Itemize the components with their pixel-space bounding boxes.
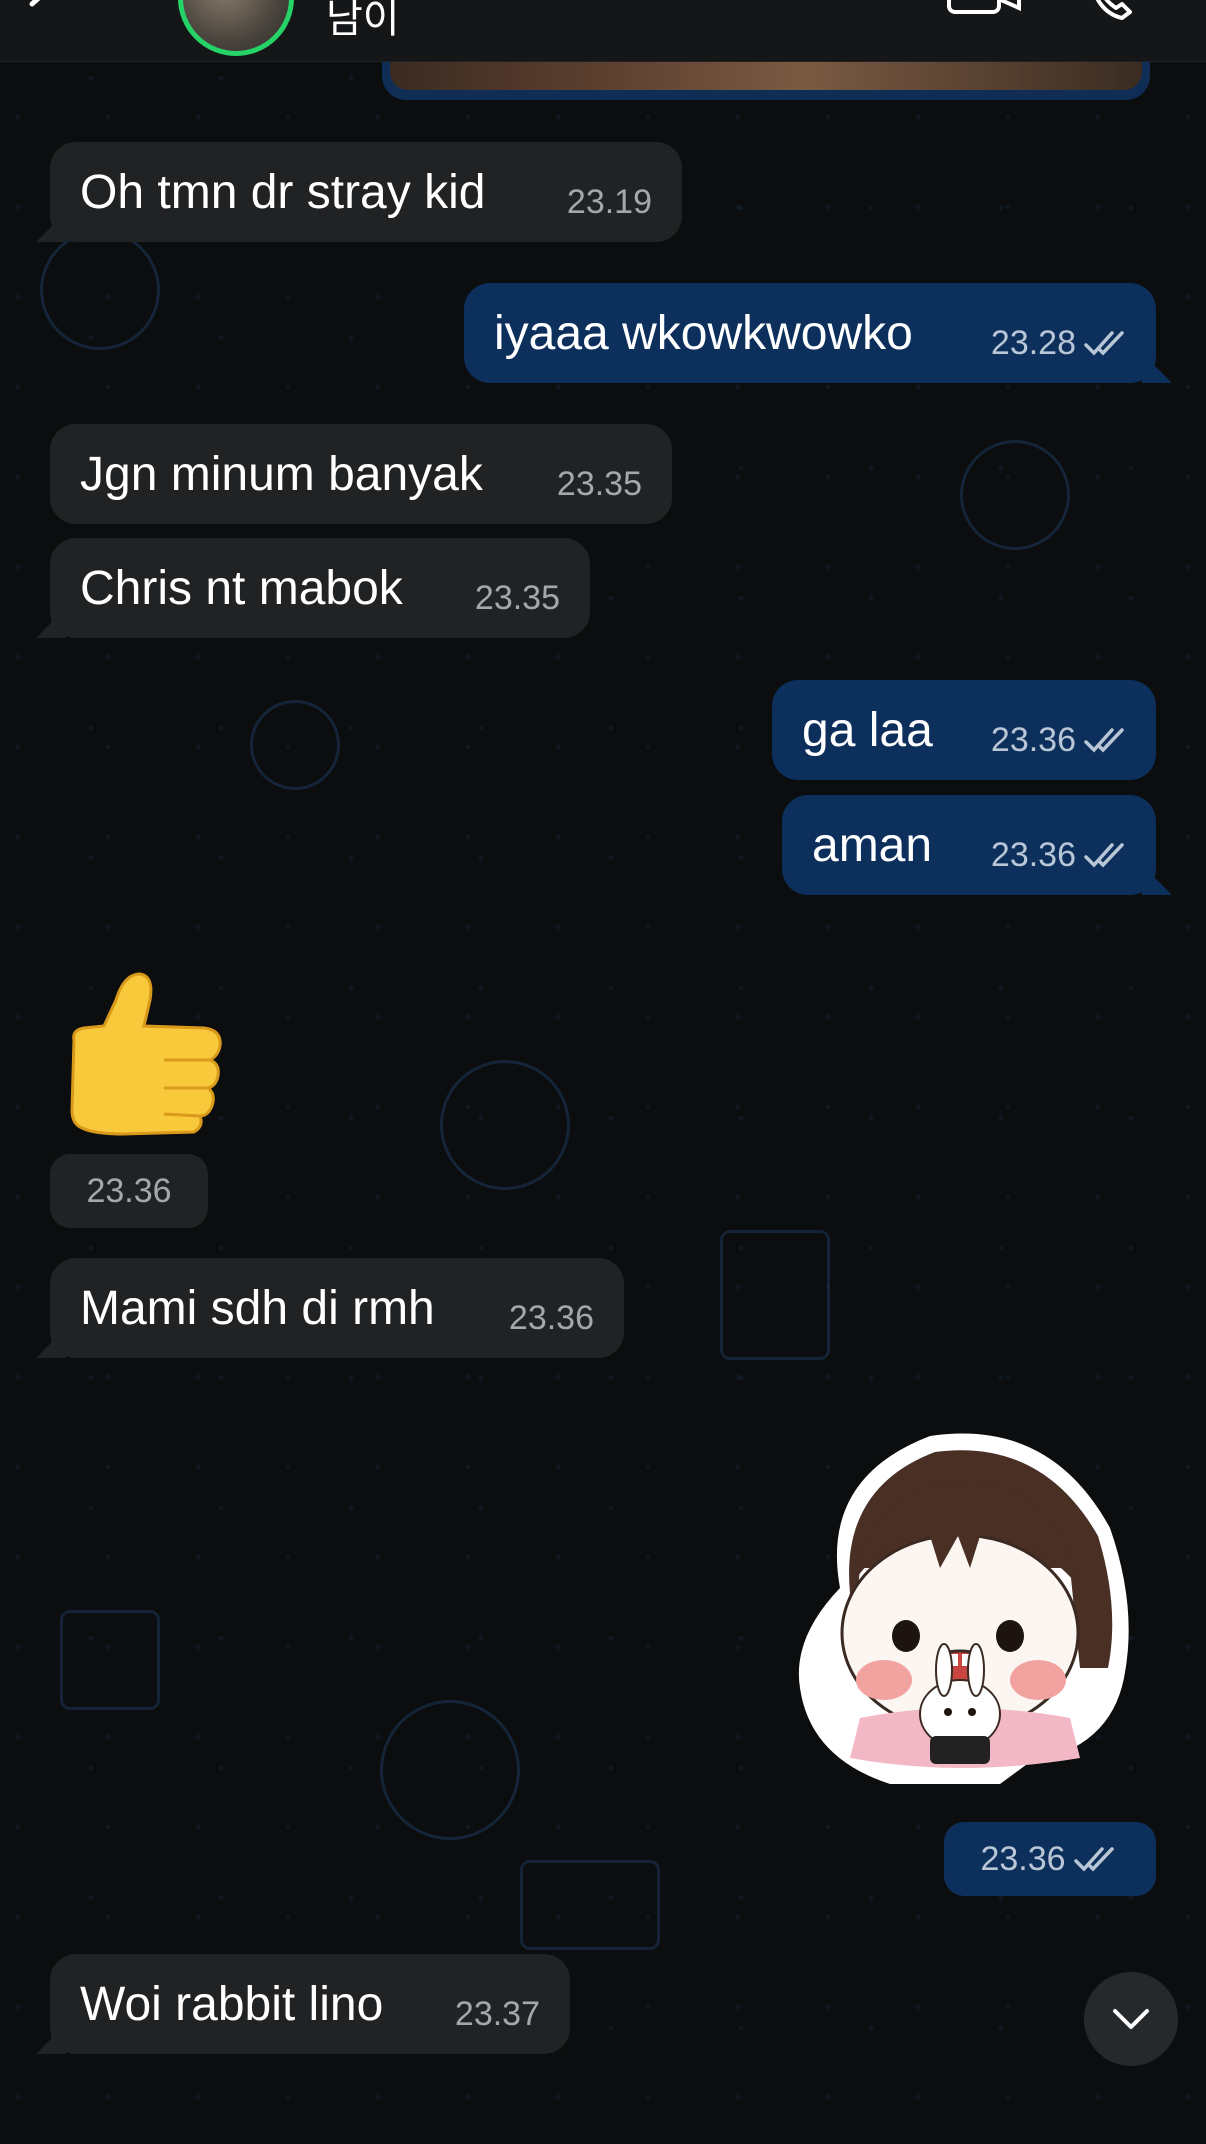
message-text: aman [812, 818, 933, 872]
message-text: Woi rabbit lino [80, 1977, 384, 2031]
message-incoming[interactable]: Jgn minum banyak 23.35 [50, 424, 672, 524]
wallpaper-doodle [250, 700, 340, 790]
message-time: 23.36 [508, 1299, 594, 1337]
message-text: Oh tmn dr stray kid [80, 165, 486, 219]
message-time: 23.28 [990, 324, 1076, 362]
wallpaper-doodle [380, 1700, 520, 1840]
message-incoming[interactable]: Chris nt mabok 23.35 [36, 538, 590, 638]
wallpaper-doodle [960, 440, 1070, 550]
message-time: 23.36 [990, 721, 1076, 759]
message-text: Mami sdh di rmh [80, 1281, 435, 1335]
message-outgoing[interactable]: ga laa 23.36 [772, 680, 1156, 780]
wallpaper-doodle [60, 1610, 160, 1710]
contact-avatar[interactable] [178, 0, 294, 56]
message-time-status: 23.36 [944, 1822, 1156, 1896]
message-time: 23.35 [556, 465, 642, 503]
message-time: 23.35 [474, 579, 560, 617]
message-time-status: 23.28 [991, 324, 1130, 363]
back-icon[interactable] [22, 0, 62, 22]
chat-header: 남이 [0, 0, 1206, 62]
message-time: 23.36 [50, 1154, 208, 1228]
message-text: Jgn minum banyak [80, 447, 483, 501]
video-call-icon[interactable] [945, 0, 1025, 28]
double-check-icon [1084, 331, 1124, 356]
voice-call-icon[interactable] [1088, 0, 1136, 34]
girl-with-rabbit-sticker[interactable] [780, 1418, 1140, 1798]
contact-name[interactable]: 남이 [326, 0, 400, 44]
wallpaper-doodle [720, 1230, 830, 1360]
message-incoming[interactable]: Oh tmn dr stray kid 23.19 [36, 142, 682, 242]
thumbs-up-emoji[interactable] [54, 960, 234, 1140]
double-check-icon [1073, 1847, 1114, 1872]
wallpaper-doodle [40, 230, 160, 350]
message-outgoing[interactable]: aman 23.36 [782, 795, 1172, 895]
message-incoming[interactable]: Mami sdh di rmh 23.36 [36, 1258, 624, 1358]
message-text: ga laa [802, 703, 933, 757]
message-outgoing[interactable]: iyaaa wkowkwowko 23.28 [464, 283, 1172, 383]
double-check-icon [1084, 728, 1124, 753]
message-text: Chris nt mabok [80, 561, 403, 615]
message-time-status: 23.36 [991, 836, 1130, 875]
message-time: 23.19 [566, 183, 652, 221]
message-time: 23.37 [454, 1995, 540, 2033]
wallpaper-doodle [440, 1060, 570, 1190]
message-text: iyaaa wkowkwowko [494, 306, 913, 360]
message-time: 23.36 [990, 836, 1076, 874]
scroll-to-bottom-button[interactable] [1084, 1972, 1178, 2066]
wallpaper-doodle [520, 1860, 660, 1950]
message-time-status: 23.36 [991, 721, 1130, 760]
message-time: 23.36 [980, 1839, 1066, 1878]
message-incoming[interactable]: Woi rabbit lino 23.37 [36, 1954, 570, 2054]
chevron-down-icon [1113, 2009, 1149, 2029]
double-check-icon [1084, 843, 1124, 868]
